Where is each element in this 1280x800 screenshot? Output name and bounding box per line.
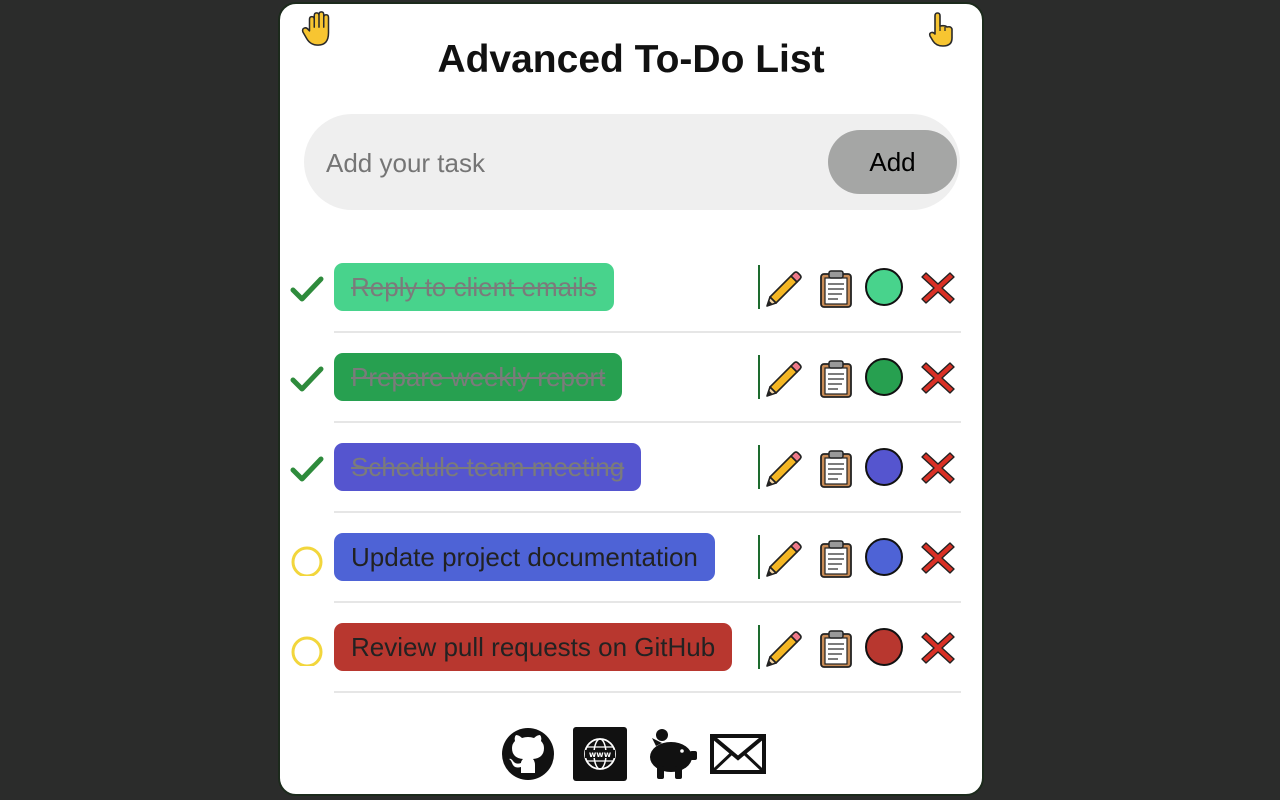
edit-icon[interactable] bbox=[762, 357, 804, 399]
task-row: Update project documentation bbox=[280, 512, 982, 603]
checkmark-icon[interactable] bbox=[290, 272, 324, 306]
copy-icon[interactable] bbox=[818, 629, 854, 669]
edit-icon[interactable] bbox=[762, 627, 804, 669]
color-picker-button[interactable] bbox=[865, 538, 903, 576]
copy-icon[interactable] bbox=[818, 539, 854, 579]
page-title: Advanced To-Do List bbox=[437, 38, 825, 81]
github-icon[interactable] bbox=[500, 726, 556, 782]
todo-card: Advanced To-Do List Add Reply to client … bbox=[278, 2, 984, 796]
website-icon[interactable]: www bbox=[572, 726, 628, 782]
mail-icon[interactable] bbox=[710, 726, 766, 782]
task-label[interactable]: Prepare weekly report bbox=[334, 353, 623, 401]
task-label[interactable]: Review pull requests on GitHub bbox=[334, 623, 733, 671]
task-label[interactable]: Reply to client emails bbox=[334, 263, 614, 311]
edit-icon[interactable] bbox=[762, 447, 804, 489]
edit-icon[interactable] bbox=[762, 537, 804, 579]
checkmark-icon[interactable] bbox=[290, 362, 324, 396]
task-row: Review pull requests on GitHub bbox=[280, 602, 982, 693]
task-label[interactable]: Schedule team meeting bbox=[334, 443, 642, 491]
row-separator bbox=[334, 691, 961, 693]
task-row: Schedule team meeting bbox=[280, 422, 982, 513]
checkmark-icon[interactable] bbox=[290, 452, 324, 486]
delete-icon[interactable] bbox=[920, 450, 956, 486]
task-input[interactable] bbox=[324, 138, 808, 188]
unchecked-circle-icon[interactable] bbox=[290, 632, 324, 666]
divider bbox=[758, 535, 760, 579]
divider bbox=[758, 265, 760, 309]
divider bbox=[758, 445, 760, 489]
piggy-bank-icon[interactable] bbox=[642, 726, 698, 782]
svg-text:www: www bbox=[589, 750, 612, 759]
divider bbox=[758, 625, 760, 669]
task-label[interactable]: Update project documentation bbox=[334, 533, 715, 581]
color-picker-button[interactable] bbox=[865, 268, 903, 306]
add-task-form: Add bbox=[304, 114, 960, 210]
delete-icon[interactable] bbox=[920, 540, 956, 576]
task-row: Reply to client emails bbox=[280, 242, 982, 333]
edit-icon[interactable] bbox=[762, 267, 804, 309]
copy-icon[interactable] bbox=[818, 449, 854, 489]
footer-links: www bbox=[500, 726, 770, 782]
delete-icon[interactable] bbox=[920, 270, 956, 306]
task-row: Prepare weekly report bbox=[280, 332, 982, 423]
unchecked-circle-icon[interactable] bbox=[290, 542, 324, 576]
delete-icon[interactable] bbox=[920, 630, 956, 666]
color-picker-button[interactable] bbox=[865, 628, 903, 666]
task-list: Reply to client emails Prepare weekly rep… bbox=[280, 242, 982, 693]
color-picker-button[interactable] bbox=[865, 358, 903, 396]
copy-icon[interactable] bbox=[818, 359, 854, 399]
delete-icon[interactable] bbox=[920, 360, 956, 396]
add-button[interactable]: Add bbox=[828, 130, 957, 194]
copy-icon[interactable] bbox=[818, 269, 854, 309]
color-picker-button[interactable] bbox=[865, 448, 903, 486]
divider bbox=[758, 355, 760, 399]
